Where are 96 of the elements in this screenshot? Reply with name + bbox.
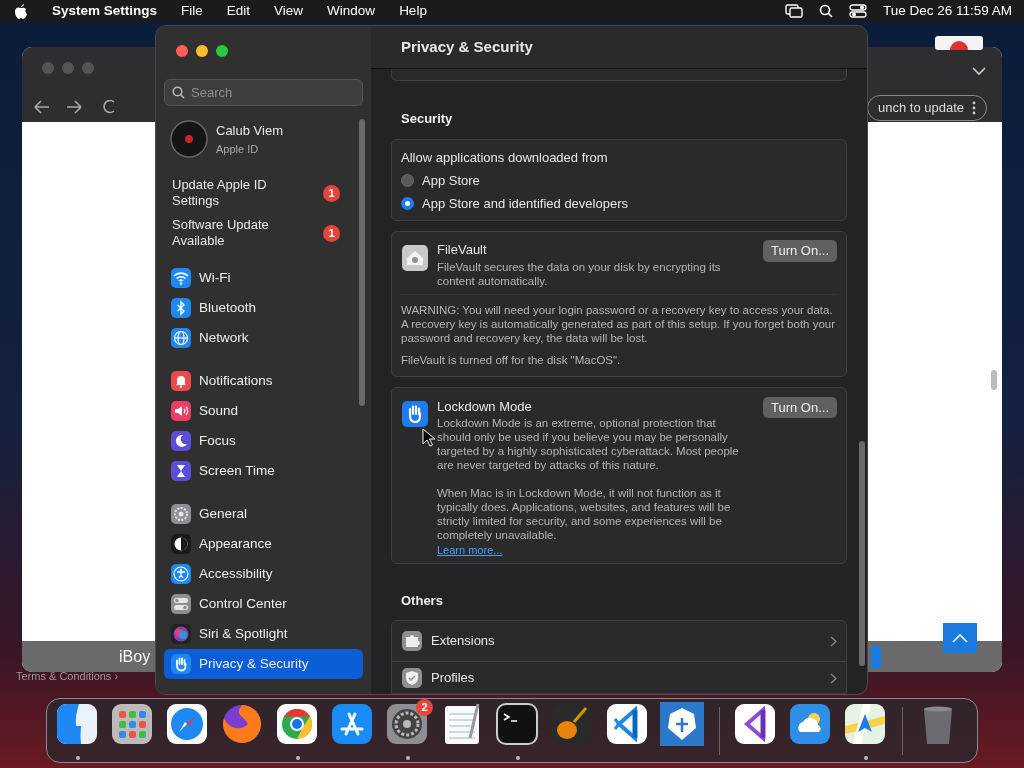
- sidebar-item[interactable]: Control Center: [164, 589, 363, 619]
- menu-item[interactable]: Help: [399, 0, 427, 22]
- account-subtitle: Apple ID: [216, 141, 260, 157]
- compass-icon[interactable]: [165, 701, 209, 746]
- puzzle-icon: [401, 630, 423, 652]
- notification-badge: 1: [323, 184, 340, 202]
- shield-icon: [401, 667, 423, 689]
- notice-item[interactable]: Software Update Available 1: [164, 217, 363, 249]
- sidebar-item[interactable]: Accessibility: [164, 559, 363, 589]
- house-icon: [401, 244, 429, 272]
- chevron-icon: [830, 672, 837, 684]
- description-text: When Mac is in Lockdown Mode, it will not function as it typically does. Applications, websites, and features will be strictly limited for security, and some experiences will be completely unavailable.: [437, 486, 732, 542]
- code-icon[interactable]: [605, 701, 649, 746]
- bluetooth-icon: [171, 298, 191, 318]
- notification-badge: 1: [323, 224, 340, 242]
- account-name[interactable]: Calub Viem: [216, 121, 283, 141]
- cursor-icon: [422, 428, 435, 447]
- scrollbar-thumb[interactable]: [859, 441, 865, 666]
- cloud-icon[interactable]: [788, 701, 832, 746]
- menu-clock[interactable]: Tue Dec 26 11:59 AM: [882, 0, 1012, 22]
- accessibility-icon: [171, 564, 191, 584]
- section-heading: Others: [401, 591, 444, 610]
- minimize-button[interactable]: [196, 45, 208, 57]
- sidebar-item[interactable]: Screen Time: [164, 456, 363, 486]
- warning-text: WARNING: You will need your login password or a recovery key to access your data. A recovery key is automatically generated as part of this setup. If you forget both your password and recovery key, the data will be lost.: [401, 302, 837, 345]
- app-menu[interactable]: System Settings: [52, 0, 158, 22]
- close-button[interactable]: [176, 45, 188, 57]
- list-row[interactable]: Extensions: [392, 621, 846, 661]
- toggle-icon: [171, 594, 191, 614]
- radio-label[interactable]: App Store: [422, 171, 480, 191]
- radio-button[interactable]: [401, 196, 414, 210]
- radio-label[interactable]: App Store and identified developers: [422, 193, 628, 213]
- gear-icon[interactable]: [385, 701, 429, 746]
- globe-icon: [171, 328, 191, 348]
- orb-icon: [171, 624, 191, 644]
- setting-title: FileVault: [437, 241, 488, 259]
- avatar-icon[interactable]: [170, 120, 208, 158]
- description-text: FileVault secures the data on your disk by encrypting its content automatically.: [437, 259, 722, 288]
- wifi-icon: [171, 268, 191, 288]
- scrollbar-thumb[interactable]: [359, 119, 365, 406]
- turn-on-button[interactable]: Turn On...: [762, 240, 837, 262]
- zoom-button[interactable]: [216, 45, 228, 57]
- sidebar-item[interactable]: Focus: [164, 426, 363, 456]
- ribbon-icon[interactable]: [733, 701, 777, 746]
- footer-text: iBoy: [119, 646, 151, 667]
- scrollbar-thumb[interactable]: [991, 370, 997, 390]
- search-icon: [172, 86, 185, 99]
- screens-icon[interactable]: [784, 4, 803, 18]
- moon-icon: [171, 431, 191, 451]
- setting-label: Allow applications downloaded from: [401, 148, 609, 167]
- sidebar-item[interactable]: Appearance: [164, 529, 363, 559]
- app-icon[interactable]: [935, 36, 983, 50]
- guitar-icon[interactable]: [550, 701, 594, 746]
- gear-icon: [171, 504, 191, 524]
- more-icon: [972, 100, 977, 115]
- contrast-icon: [171, 534, 191, 554]
- search-field[interactable]: Search: [164, 79, 363, 106]
- notice-item[interactable]: Update Apple ID Settings 1: [164, 177, 363, 209]
- chevron-icon: [830, 635, 837, 647]
- bell-icon: [171, 371, 191, 391]
- grid-icon[interactable]: [110, 701, 154, 746]
- sidebar-item[interactable]: Network: [164, 323, 363, 353]
- hourglass-icon: [171, 461, 191, 481]
- search-icon[interactable]: [818, 4, 833, 18]
- sidebar-item[interactable]: Siri & Spotlight: [164, 619, 363, 649]
- notification-badge: 2: [416, 698, 433, 716]
- section-heading: Security: [401, 110, 454, 128]
- hand-icon: [401, 399, 429, 428]
- footer-link[interactable]: Terms & Conditions ›: [16, 668, 119, 685]
- split-square-icon[interactable]: [55, 701, 99, 746]
- speaker-icon: [171, 401, 191, 421]
- sidebar-item[interactable]: Notifications: [164, 366, 363, 396]
- description-text: Lockdown Mode is an extreme, optional protection that should only be used if you believe you may be personally targeted by a highly sophisticated cyberattack. Most people are never targeted by attacks of this nature.: [437, 416, 740, 472]
- hand-icon: [171, 654, 191, 674]
- menu-item[interactable]: View: [274, 0, 304, 22]
- sidebar-item[interactable]: Bluetooth: [164, 293, 363, 323]
- sidebar-item[interactable]: General: [164, 499, 363, 529]
- sidebar-item[interactable]: Privacy & Security: [164, 649, 363, 679]
- list-row[interactable]: Profiles: [392, 661, 846, 693]
- map-icon[interactable]: [843, 701, 887, 746]
- menu-item[interactable]: Window: [327, 0, 376, 22]
- setting-title: Lockdown Mode: [437, 397, 533, 416]
- toggles-icon[interactable]: [848, 4, 867, 18]
- menu-item[interactable]: File: [181, 0, 203, 22]
- scroll-top-button[interactable]: [943, 623, 977, 653]
- window-title: Privacy & Security: [401, 36, 533, 57]
- radio-button[interactable]: [401, 174, 414, 188]
- menu-item[interactable]: Edit: [226, 0, 251, 22]
- turn-on-button[interactable]: Turn On...: [762, 396, 837, 418]
- sidebar-item[interactable]: Wi-Fi: [164, 263, 363, 293]
- terminal-icon[interactable]: [495, 701, 539, 746]
- ring-icon[interactable]: [275, 701, 319, 746]
- status-text: FileVault is turned off for the disk "MacOS".: [401, 352, 622, 367]
- logo-icon[interactable]: [14, 3, 28, 19]
- learn-more-link[interactable]: Learn more...: [437, 542, 745, 559]
- sidebar-item[interactable]: Sound: [164, 396, 363, 426]
